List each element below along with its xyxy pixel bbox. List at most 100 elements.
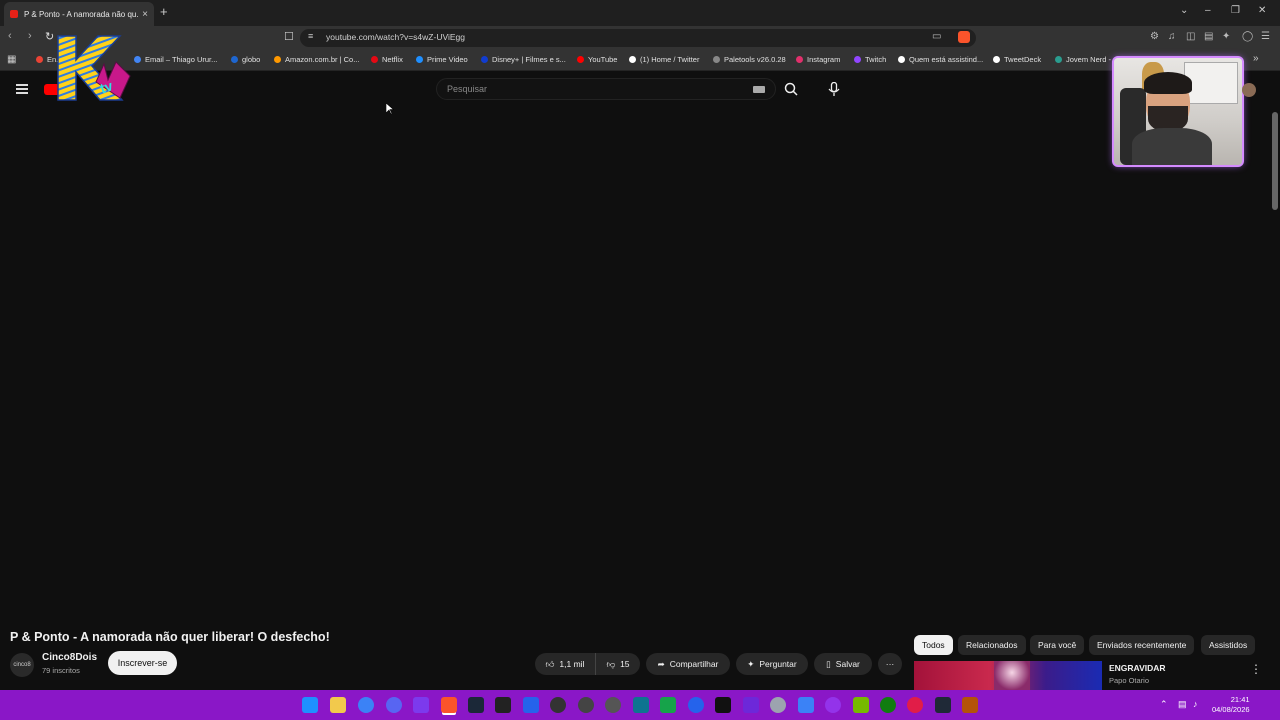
- app-icon[interactable]: [798, 697, 814, 713]
- account-avatar[interactable]: [1242, 83, 1256, 97]
- forward-arrow-icon[interactable]: ›: [28, 30, 32, 42]
- suggested-video-title[interactable]: ENGRAVIDAR: [1109, 663, 1166, 673]
- bookmark-favicon-icon: [36, 56, 43, 63]
- bookmark-item[interactable]: YouTube: [577, 55, 617, 64]
- bookmark-favicon-icon: [577, 56, 584, 63]
- chip-assistidos[interactable]: Assistidos: [1201, 635, 1256, 655]
- menu-icon[interactable]: ☰: [1261, 31, 1270, 42]
- close-window-button[interactable]: ✕: [1258, 5, 1266, 16]
- steam-icon[interactable]: [468, 697, 484, 713]
- edge-icon[interactable]: [358, 697, 374, 713]
- vpn-icon[interactable]: ◯: [1242, 31, 1253, 42]
- dislike-count: 15: [620, 659, 630, 669]
- microphone-icon[interactable]: [828, 82, 840, 97]
- bookmark-favicon-icon: [854, 56, 861, 63]
- windows-start-icon[interactable]: [302, 697, 318, 713]
- taskbar-clock[interactable]: 21:41 04/08/2026: [1212, 695, 1250, 715]
- app-icon[interactable]: [770, 697, 786, 713]
- ask-label: Perguntar: [759, 659, 797, 669]
- subscribe-button[interactable]: Inscrever-se: [108, 651, 177, 675]
- chip-enviados-recentemente[interactable]: Enviados recentemente: [1089, 635, 1195, 655]
- app-icon[interactable]: [907, 697, 923, 713]
- back-arrow-icon[interactable]: ‹: [8, 30, 12, 42]
- bookmark-item[interactable]: Quem está assistind...: [898, 55, 983, 64]
- bookmark-item[interactable]: Amazon.com.br | Co...: [274, 55, 359, 64]
- video-title: P & Ponto - A namorada não quer liberar!…: [10, 630, 330, 644]
- hamburger-menu-icon[interactable]: [16, 84, 28, 94]
- thumbs-up-icon: 👍︎: [545, 658, 555, 669]
- site-info-icon[interactable]: ≡: [308, 31, 313, 41]
- bookmark-item[interactable]: Prime Video: [416, 55, 468, 64]
- nvidia-icon[interactable]: [853, 697, 869, 713]
- app-icon[interactable]: [825, 697, 841, 713]
- minimize-button[interactable]: –: [1205, 5, 1211, 16]
- suggestion-menu-icon[interactable]: ⋮: [1250, 662, 1262, 676]
- chip-todos[interactable]: Todos: [914, 635, 953, 655]
- app-icon[interactable]: [523, 697, 539, 713]
- network-icon[interactable]: ▤: [1178, 699, 1187, 710]
- keyboard-icon[interactable]: [753, 86, 765, 93]
- suggested-video-channel[interactable]: Papo Otario: [1109, 676, 1149, 685]
- bookmark-item[interactable]: Paletools v26.0.28: [713, 55, 786, 64]
- channel-avatar[interactable]: cinco8: [10, 653, 34, 677]
- app-icon[interactable]: [633, 697, 649, 713]
- apps-grid-icon[interactable]: ▦: [7, 54, 16, 65]
- app-icon[interactable]: [962, 697, 978, 713]
- new-tab-button[interactable]: +: [160, 4, 168, 19]
- leo-icon[interactable]: ✦: [1222, 31, 1230, 42]
- obs-icon[interactable]: [578, 697, 594, 713]
- bookmark-icon[interactable]: ☐: [284, 30, 294, 43]
- bookmark-item[interactable]: globo: [231, 55, 260, 64]
- tab-close-button[interactable]: ×: [142, 9, 148, 20]
- sidebar-icon[interactable]: ◫: [1186, 31, 1195, 42]
- url-text[interactable]: youtube.com/watch?v=s4wZ-UViEgg: [326, 32, 465, 42]
- tray-overflow-icon[interactable]: ⌃: [1160, 699, 1168, 710]
- share-button[interactable]: ➦ Compartilhar: [646, 653, 730, 675]
- dislike-button[interactable]: 👎︎ 15: [595, 653, 640, 675]
- bookmark-item[interactable]: Instagram: [796, 55, 840, 64]
- wallet-icon[interactable]: ▤: [1204, 31, 1213, 42]
- clock-time: 21:41: [1230, 695, 1250, 704]
- app-icon[interactable]: [605, 697, 621, 713]
- app-icon[interactable]: [715, 697, 731, 713]
- ask-button[interactable]: ✦ Perguntar: [736, 653, 808, 675]
- app-icon[interactable]: [413, 697, 429, 713]
- bookmark-item[interactable]: Email – Thiago Urur...: [134, 55, 217, 64]
- bookmarks-overflow-icon[interactable]: »: [1253, 53, 1259, 64]
- tab-search-button[interactable]: ⌄: [1180, 5, 1188, 16]
- channel-name[interactable]: Cinco8Dois: [42, 652, 97, 663]
- app-icon[interactable]: [550, 697, 566, 713]
- scrollbar-thumb[interactable]: [1272, 112, 1278, 210]
- app-icon[interactable]: [743, 697, 759, 713]
- app-icon[interactable]: [935, 697, 951, 713]
- cast-icon[interactable]: ▭: [932, 31, 941, 42]
- xbox-icon[interactable]: [880, 697, 896, 713]
- app-icon[interactable]: [660, 697, 676, 713]
- bookmark-item[interactable]: Jovem Nerd - ...: [1055, 55, 1119, 64]
- brave-browser-icon[interactable]: [441, 697, 457, 713]
- bookmark-item[interactable]: Twitch: [854, 55, 886, 64]
- extensions-icon[interactable]: ⚙: [1150, 31, 1159, 42]
- app-icon[interactable]: [688, 697, 704, 713]
- bookmark-item[interactable]: Netflix: [371, 55, 403, 64]
- media-icon[interactable]: ♫: [1168, 31, 1176, 42]
- brave-shield-icon[interactable]: [958, 31, 970, 43]
- browser-tab-active[interactable]: P & Ponto - A namorada não qu... ×: [4, 2, 154, 26]
- maximize-button[interactable]: ❐: [1231, 5, 1240, 16]
- volume-icon[interactable]: ♪: [1193, 699, 1198, 709]
- app-icon[interactable]: [495, 697, 511, 713]
- search-icon[interactable]: [784, 82, 798, 96]
- like-button[interactable]: 👍︎ 1,1 mil: [535, 653, 595, 675]
- bookmark-item[interactable]: Disney+ | Filmes e s...: [481, 55, 566, 64]
- discord-icon[interactable]: [386, 697, 402, 713]
- save-button[interactable]: ▯ Salvar: [814, 653, 872, 675]
- more-actions-button[interactable]: ···: [878, 653, 902, 675]
- bookmark-item[interactable]: TweetDeck: [993, 55, 1041, 64]
- chip-relacionados[interactable]: Relacionados: [958, 635, 1026, 655]
- bookmark-item[interactable]: (1) Home / Twitter: [629, 55, 699, 64]
- suggested-video-thumbnail[interactable]: [914, 661, 1102, 690]
- file-explorer-icon[interactable]: [330, 697, 346, 713]
- search-input[interactable]: Pesquisar: [447, 84, 487, 94]
- reload-icon[interactable]: ↻: [45, 30, 54, 43]
- chip-para-voce[interactable]: Para você: [1030, 635, 1085, 655]
